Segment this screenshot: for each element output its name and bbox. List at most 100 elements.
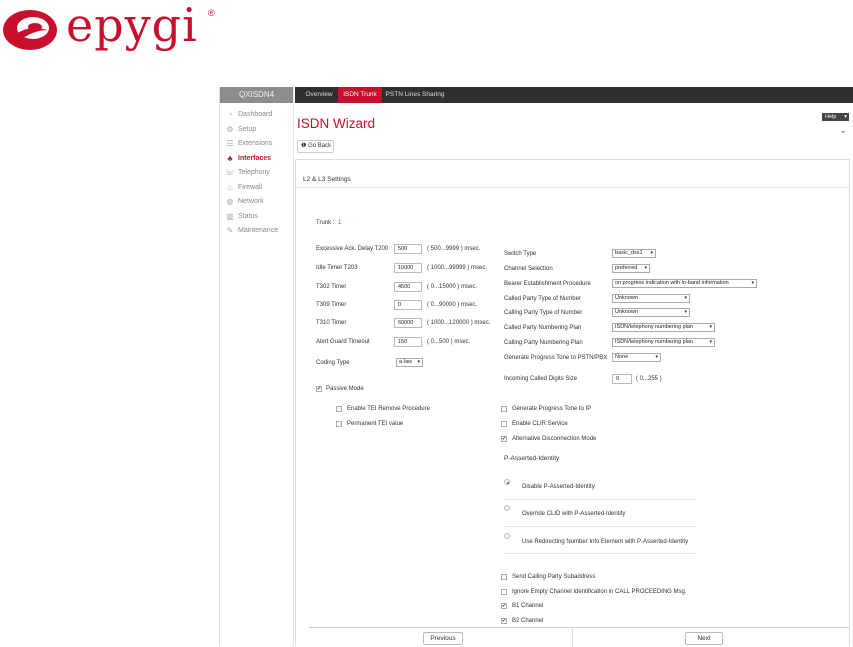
sidebar-item-extensions[interactable]: ☰ Extensions [220, 137, 293, 152]
sidebar-item-firewall[interactable]: ♨ Firewall [220, 181, 293, 196]
sidebar-item-interfaces[interactable]: ♣ Interfaces [220, 152, 293, 167]
clir-label: Enable CLIR Service [512, 421, 568, 427]
sidebar-item-status[interactable]: ▥ Status [220, 210, 293, 225]
pai-override-label: Override CLID with P-Asserted-Identity [522, 511, 626, 517]
sidebar-item-dashboard[interactable]: ◔ Dashboard [220, 108, 293, 123]
sidebar: QXISDN4 ◔ Dashboard ⚙ Setup ☰ Extensions ♣ I… [220, 87, 294, 646]
passive-mode-label: Passive Mode [326, 386, 364, 392]
t203-input[interactable]: 10000 [394, 263, 422, 273]
t302-label: T302 Timer [316, 284, 347, 290]
incoming-digits-label: Incoming Called Digits Size [504, 376, 578, 382]
sidebar-item-maintenance[interactable]: ✎ Maintenance [220, 224, 293, 239]
channel-selection-value: preferred [615, 265, 638, 271]
alert-guard-input[interactable]: 150 [394, 337, 422, 347]
bearer-procedure-select[interactable]: on progress indication with in-band info… [612, 279, 757, 288]
tei-remove-checkbox[interactable] [336, 406, 342, 412]
clir-checkbox[interactable] [501, 421, 507, 427]
alt-disconnect-checkbox[interactable]: ✔ [501, 436, 507, 442]
sidebar-item-label: Maintenance [238, 227, 279, 234]
t309-input[interactable]: 0 [394, 300, 422, 310]
pai-override-radio[interactable] [504, 505, 510, 511]
b1-channel-checkbox[interactable]: ✔ [501, 603, 507, 609]
pai-redirecting-radio[interactable] [504, 533, 510, 539]
calling-plan-value: ISDN/telephony numbering plan [615, 339, 693, 345]
called-plan-label: Called Party Numbering Plan [504, 325, 582, 331]
t203-hint: ( 1000...99999 ) msec. [427, 265, 488, 271]
ignore-empty-channel-label: Ignore Empty Channel Identification in C… [512, 589, 687, 595]
interfaces-icon: ♣ [227, 153, 233, 163]
incoming-digits-input[interactable]: 0 [612, 374, 632, 384]
t309-hint: ( 0...90000 ) msec. [427, 302, 478, 308]
tab-pstn-lines-sharing[interactable]: PSTN Lines Sharing [384, 87, 446, 103]
calling-subaddress-checkbox[interactable] [501, 574, 507, 580]
wrench-icon: ✎ [226, 226, 234, 235]
coding-type-value: a-law [399, 359, 413, 365]
trunk-value: 1 [338, 220, 342, 226]
pai-divider [504, 553, 696, 554]
caret-down-icon: ▾ [844, 114, 847, 120]
go-back-label: Go Back [308, 143, 332, 149]
passive-mode-checkbox[interactable]: ✔ [316, 386, 322, 392]
sidebar-item-label: Setup [238, 125, 257, 133]
settings-panel: L2 & L3 Settings Trunk : 1 Excessive Ack… [295, 159, 850, 647]
t200-input[interactable]: 500 [394, 244, 422, 254]
calling-type-value: Unknown [615, 309, 638, 315]
chevron-down-icon[interactable]: ⌄ [839, 125, 847, 136]
t310-label: T310 Timer [316, 320, 347, 326]
progress-tone-ip-checkbox[interactable] [501, 406, 507, 412]
incoming-digits-hint: ( 0...255 ) [636, 376, 662, 382]
b2-channel-checkbox[interactable]: ✔ [501, 618, 507, 624]
status-chart-icon: ▥ [226, 211, 234, 221]
sidebar-item-label: Telephony [238, 169, 270, 176]
page-title: ISDN Wizard [297, 116, 376, 131]
chevron-down-icon: ▾ [650, 250, 653, 256]
called-type-select[interactable]: Unknown ▾ [612, 294, 690, 303]
sidebar-item-label: Extensions [238, 140, 273, 147]
sidebar-item-label: Dashboard [238, 111, 273, 118]
epygi-swoosh-icon [3, 10, 57, 50]
permanent-tei-checkbox[interactable] [336, 421, 342, 427]
calling-plan-select[interactable]: ISDN/telephony numbering plan ▾ [612, 338, 715, 347]
calling-type-label: Calling Party Type of Number [504, 310, 583, 316]
calling-type-select[interactable]: Unknown ▾ [612, 308, 690, 317]
next-button[interactable]: Next [685, 632, 723, 645]
chevron-down-icon: ▾ [417, 359, 420, 365]
pai-disable-radio[interactable] [504, 479, 510, 485]
alert-guard-hint: ( 0...500 ) msec. [427, 339, 471, 345]
coding-type-select[interactable]: a-law ▾ [396, 358, 423, 367]
previous-button[interactable]: Previous [423, 632, 463, 645]
phone-icon: ☏ [225, 168, 236, 177]
go-back-button[interactable]: ❶ Go Back [297, 140, 334, 153]
b2-channel-label: B2 Channel [512, 618, 544, 624]
pai-title: P-Asserted-Identity [504, 455, 560, 462]
channel-selection-select[interactable]: preferred ▾ [612, 264, 650, 273]
progress-tone-pstn-select[interactable]: None ▾ [612, 353, 661, 362]
chevron-down-icon: ▾ [709, 339, 712, 345]
registered-mark: ® [208, 8, 215, 18]
called-plan-select[interactable]: ISDN/telephony numbering plan ▾ [612, 323, 715, 332]
sidebar-item-setup[interactable]: ⚙ Setup [220, 123, 293, 138]
main-content: Help ▾ ⌄ ISDN Wizard ❶ Go Back L2 & L3 Se… [295, 103, 853, 647]
sidebar-item-label: Interfaces [238, 154, 272, 162]
flame-icon: ♨ [226, 182, 234, 192]
switch-type-label: Switch Type [504, 251, 537, 257]
calling-plan-label: Calling Party Numbering Plan [504, 340, 583, 346]
help-button[interactable]: Help ▾ [822, 113, 849, 121]
sidebar-item-label: Network [238, 198, 264, 205]
called-plan-value: ISDN/telephony numbering plan [615, 324, 693, 330]
tab-isdn-trunk[interactable]: ISDN Trunk [338, 87, 382, 103]
sidebar-item-telephony[interactable]: ☏ Telephony [220, 166, 293, 181]
sidebar-item-label: Status [238, 212, 258, 220]
switch-type-select[interactable]: basic_dss1 ▾ [612, 249, 656, 258]
alert-guard-label: Alert Guard Timeout [316, 339, 370, 345]
progress-tone-pstn-label: Generate Progress Tone to PSTN/PBX [504, 355, 608, 361]
tab-overview[interactable]: Overview [300, 87, 338, 103]
sidebar-item-network[interactable]: ◍ Network [220, 195, 293, 210]
footer-divider [309, 627, 849, 628]
help-label: Help [825, 114, 837, 120]
ignore-empty-channel-checkbox[interactable] [501, 589, 507, 595]
t310-input[interactable]: 60000 [394, 318, 422, 328]
t302-input[interactable]: 4500 [394, 282, 422, 292]
progress-tone-ip-label: Generate Progress Tone to IP [512, 406, 592, 412]
extensions-icon: ☰ [226, 139, 234, 148]
